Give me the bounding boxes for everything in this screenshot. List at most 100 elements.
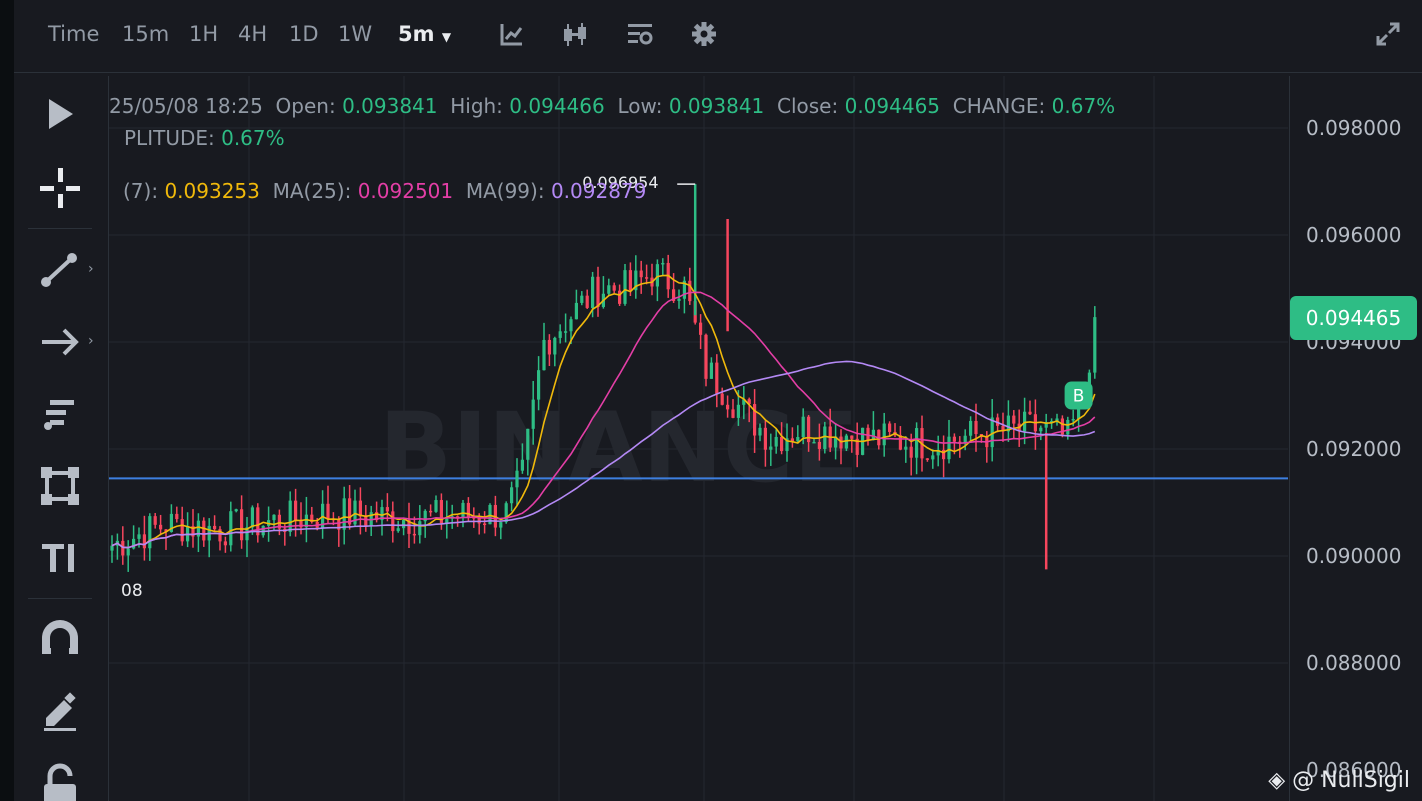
crosshair-icon[interactable] (36, 164, 84, 212)
candle-body (607, 285, 611, 294)
close-value: 0.094465 (844, 94, 941, 118)
candle-body (461, 502, 465, 519)
candle-date: 25/05/08 18:25 (109, 94, 263, 118)
ma99-label: MA(99): (465, 179, 545, 203)
open-label: Open: (275, 94, 336, 118)
buy-marker-label: B (1073, 387, 1085, 407)
candle-body (142, 534, 146, 549)
price-chart[interactable]: BINANCE 0.096954 08 B 25/05/08 18:25 Open: … (109, 76, 1288, 801)
indicator-icon[interactable] (498, 20, 526, 48)
candle-body (623, 270, 627, 304)
timeframe-4h[interactable]: 4H (238, 22, 267, 46)
timeframe-5m-dropdown[interactable]: 5m ▼ (398, 22, 451, 46)
fib-levels-icon[interactable] (36, 390, 84, 438)
timeframe-1w[interactable]: 1W (338, 22, 372, 46)
change-value: 0.67% (1051, 94, 1116, 118)
candle-body (137, 534, 141, 539)
candle-body (628, 270, 632, 291)
candle-body (866, 427, 870, 441)
watermark-text: @ NullSigil (1292, 768, 1410, 793)
ma-info-row: (7): 0.093253 MA(25): 0.092501 MA(99): 0… (123, 179, 646, 203)
timeframe-1h[interactable]: 1H (189, 22, 218, 46)
candle-body (542, 339, 546, 371)
candle-body (736, 404, 740, 418)
ma7-label: (7): (123, 179, 159, 203)
candle-body (591, 276, 595, 308)
text-tool-icon[interactable] (36, 534, 84, 582)
amplitude-value: 0.67% (221, 126, 285, 150)
candle-body (483, 523, 487, 526)
low-label: Low: (617, 94, 663, 118)
candle-body (925, 458, 929, 460)
candle-body (974, 420, 978, 435)
candlestick-type-icon[interactable] (561, 20, 589, 48)
candle-body (709, 362, 713, 379)
fullscreen-icon[interactable] (1374, 20, 1402, 48)
candle-body (396, 528, 400, 532)
candle-body (510, 487, 514, 504)
magnet-icon[interactable] (36, 616, 84, 664)
candle-body (110, 545, 114, 551)
candle-body (763, 427, 767, 450)
chevron-down-icon: ▼ (441, 30, 452, 44)
ohlc-info-row: 25/05/08 18:25 Open: 0.093841 High: 0.09… (109, 94, 1115, 118)
candle-body (882, 423, 886, 446)
candle-body (844, 435, 848, 449)
candle-body (342, 498, 346, 530)
price-axis-label: 0.090000 (1306, 544, 1402, 568)
candle-body (963, 435, 967, 443)
candle-body (580, 295, 584, 303)
candle-body (677, 298, 681, 301)
timeframe-1d[interactable]: 1D (289, 22, 319, 46)
candle-body (385, 507, 389, 512)
price-axis[interactable]: 0.098000 0.096000 0.094000 0.092000 0.09… (1289, 76, 1422, 801)
chevron-right-icon[interactable]: › (88, 261, 94, 277)
candle-body (434, 500, 438, 512)
ma25-value: 0.092501 (357, 179, 454, 203)
candle-body (823, 426, 827, 449)
candle-body (969, 420, 973, 436)
candle-body (769, 446, 773, 450)
candle-body (250, 507, 254, 528)
price-axis-label: 0.096000 (1306, 223, 1402, 247)
candle-body (358, 500, 362, 517)
candle-body (153, 516, 157, 525)
arrow-right-icon[interactable] (36, 318, 84, 366)
candle-body (688, 280, 692, 302)
candle-body (126, 548, 130, 556)
candle-body (947, 436, 951, 460)
candle-body (720, 393, 724, 405)
candle-body (585, 295, 589, 308)
candle-body (288, 500, 292, 532)
candle-body (780, 436, 784, 452)
candle-body (515, 470, 519, 488)
cursor-arrow-icon[interactable] (36, 90, 84, 138)
candle-body (726, 404, 730, 410)
timeframe-time[interactable]: Time (48, 22, 99, 46)
lock-icon[interactable] (36, 760, 84, 801)
candle-body (618, 290, 622, 304)
ma99-value: 0.092879 (550, 179, 647, 203)
candle-body (715, 362, 719, 394)
candle-body (504, 503, 508, 523)
edit-pencil-icon[interactable] (36, 688, 84, 736)
display-settings-icon[interactable] (626, 20, 654, 48)
candle-body (704, 334, 708, 379)
candle-body (1023, 411, 1027, 432)
trend-line-icon[interactable] (36, 246, 84, 294)
candle-body (661, 262, 665, 265)
ma7-value: 0.093253 (164, 179, 260, 203)
rectangle-shape-icon[interactable] (36, 462, 84, 510)
current-price-tag: 0.094465 (1290, 296, 1417, 340)
gear-icon[interactable] (690, 20, 718, 48)
timeframe-15m[interactable]: 15m (122, 22, 169, 46)
candle-body (1028, 411, 1032, 415)
candle-body (915, 428, 919, 458)
candle-body (412, 533, 416, 536)
drawing-tools-sidebar: › › (14, 76, 109, 801)
candle-body (159, 524, 163, 530)
candle-body (553, 337, 557, 355)
candle-body (272, 514, 276, 521)
candle-body (801, 416, 805, 438)
chevron-right-icon[interactable]: › (88, 333, 94, 349)
